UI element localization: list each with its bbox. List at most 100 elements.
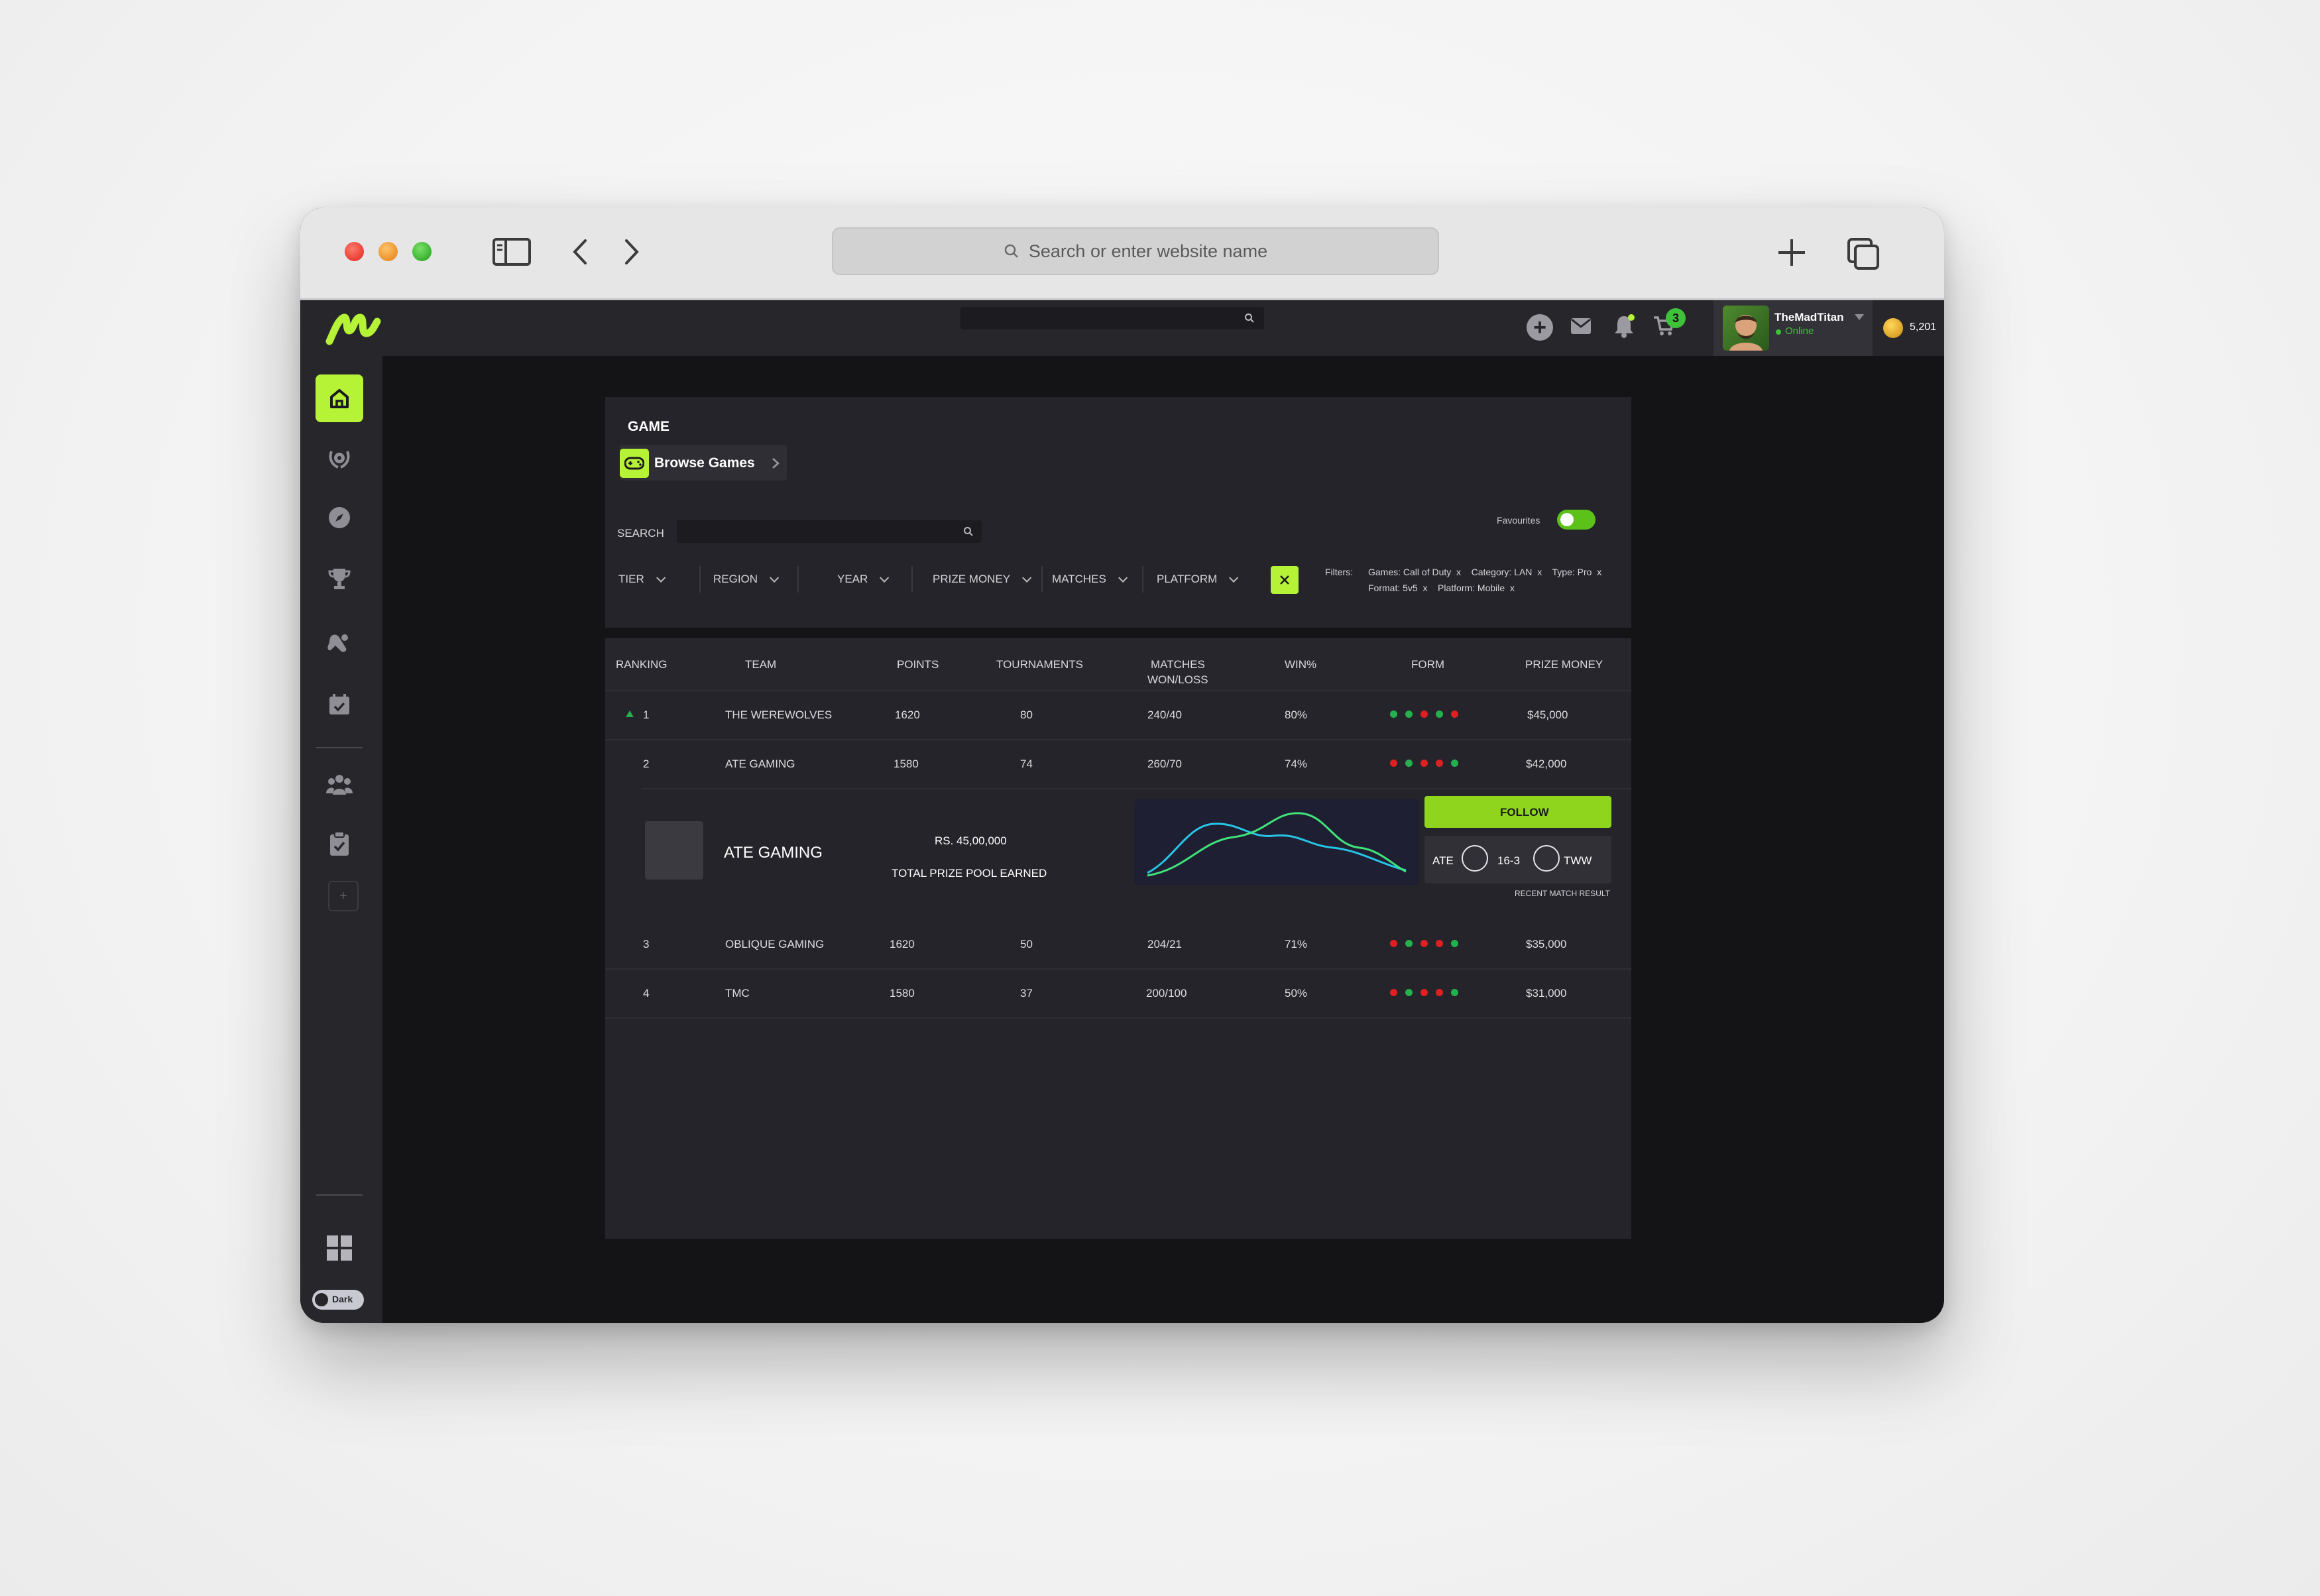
team-logo-placeholder [645, 821, 703, 880]
team2-logo [1533, 845, 1560, 872]
search-icon [1004, 244, 1018, 258]
rank-cell: 3 [643, 938, 650, 950]
clear-filters-button[interactable] [1271, 566, 1299, 594]
form-loss-dot [1390, 989, 1397, 996]
win-cell: 74% [1285, 758, 1308, 770]
sidebar-item-explore[interactable] [316, 494, 363, 542]
app-topbar: + 3 TheMadTitan Online 5,201 [300, 300, 1944, 356]
back-arrow-icon[interactable] [571, 238, 591, 269]
filter-region[interactable]: REGION [713, 573, 780, 586]
sidebar-item-tournaments[interactable] [316, 434, 363, 482]
address-bar[interactable]: Search or enter website name [832, 227, 1439, 275]
avatar [1723, 306, 1769, 351]
sidebar-item-teams[interactable] [316, 760, 363, 808]
sidebar-toggle-icon[interactable] [493, 238, 531, 269]
theme-toggle[interactable]: Dark [312, 1290, 364, 1310]
filter-year[interactable]: YEAR [837, 573, 890, 586]
favourites-toggle[interactable] [1557, 510, 1595, 530]
form-win-dot [1390, 711, 1397, 718]
breadcrumb[interactable]: Browse Games [620, 445, 787, 481]
breadcrumb-label: Browse Games [654, 455, 755, 471]
header-ranking[interactable]: RANKING [616, 658, 667, 671]
dropdown-caret-icon[interactable] [1854, 314, 1865, 321]
header-form[interactable]: FORM [1411, 658, 1444, 671]
filter-tier[interactable]: TIER [618, 573, 666, 586]
result-team2: TWW [1564, 854, 1592, 867]
result-team1: ATE [1432, 854, 1454, 867]
header-prize[interactable]: PRIZE MONEY [1525, 658, 1603, 671]
brand-logo[interactable] [325, 310, 381, 350]
search-icon [964, 527, 973, 536]
sidebar-item-calendar[interactable] [316, 681, 363, 728]
table-row[interactable]: 2 ATE GAMING 1580 74 260/70 74% $42,000 [605, 740, 1631, 788]
sidebar-item-trophies[interactable] [316, 555, 363, 602]
team1-logo [1462, 845, 1488, 872]
close-window-button[interactable] [345, 242, 364, 261]
detail-prize-label: TOTAL PRIZE POOL EARNED [892, 867, 1047, 880]
filter-prize-money[interactable]: PRIZE MONEY [933, 573, 1032, 586]
maximize-window-button[interactable] [412, 242, 432, 261]
filter-platform[interactable]: PLATFORM [1157, 573, 1239, 586]
header-team[interactable]: TEAM [745, 658, 776, 671]
table-row[interactable]: 4 TMC 1580 37 200/100 50% $31,000 [605, 970, 1631, 1017]
compass-icon [329, 507, 350, 528]
tournaments-cell: 80 [1020, 709, 1033, 721]
header-win[interactable]: WIN% [1285, 658, 1316, 671]
forward-arrow-icon[interactable] [621, 238, 641, 269]
result-score: 16-3 [1497, 854, 1521, 867]
minimize-window-button[interactable] [378, 242, 398, 261]
add-icon[interactable]: + [1527, 314, 1553, 341]
app-search-input[interactable] [960, 307, 1264, 329]
form-win-dot [1451, 760, 1458, 767]
team-cell: TMC [725, 987, 750, 999]
home-icon [330, 389, 349, 408]
rank-cell: 1 [643, 709, 650, 721]
filter-divider [1142, 566, 1143, 593]
form-dots [1390, 758, 1466, 770]
form-win-dot [1405, 711, 1413, 718]
sidebar-item-games[interactable] [316, 618, 363, 666]
online-status-label: Online [1785, 325, 1814, 337]
points-cell: 1580 [890, 987, 915, 999]
sidebar-divider-bottom [316, 1194, 363, 1196]
form-win-dot [1451, 989, 1458, 996]
header-matches-sub: WON/LOSS [1147, 673, 1208, 686]
grid-apps-icon[interactable] [325, 1234, 353, 1265]
left-sidebar: + Dark [300, 356, 382, 1323]
rank-cell: 4 [643, 987, 650, 999]
user-profile-menu[interactable]: TheMadTitan Online [1713, 300, 1873, 356]
team-cell: OBLIQUE GAMING [725, 938, 825, 950]
sidebar-add-button[interactable]: + [328, 881, 359, 911]
form-loss-dot [1436, 760, 1443, 767]
filter-divider [797, 566, 799, 593]
notification-bell-icon[interactable] [1613, 314, 1635, 342]
coin-icon [1883, 318, 1903, 338]
filter-divider [911, 566, 913, 593]
cart-count-badge: 3 [1666, 308, 1686, 328]
recent-match-result[interactable]: ATE 16-3 TWW [1424, 836, 1611, 883]
mail-icon[interactable] [1570, 317, 1592, 339]
header-matches[interactable]: MATCHES [1151, 658, 1205, 671]
filter-matches[interactable]: MATCHES [1052, 573, 1128, 586]
follow-button[interactable]: FOLLOW [1424, 796, 1611, 828]
sidebar-item-home[interactable] [316, 374, 363, 422]
tab-overview-icon[interactable] [1846, 237, 1881, 274]
header-tournaments[interactable]: TOURNAMENTS [996, 658, 1083, 671]
performance-chart [1134, 799, 1419, 885]
form-loss-dot [1421, 711, 1428, 718]
points-cell: 1580 [894, 758, 919, 770]
coin-balance: 5,201 [1910, 321, 1937, 333]
sidebar-item-tasks[interactable] [316, 820, 363, 868]
team-search-input[interactable] [677, 520, 982, 543]
applied-filters-line1: Games: Call of Duty x Category: LAN x Ty… [1368, 567, 1602, 577]
close-icon [1280, 575, 1289, 585]
new-tab-icon[interactable] [1776, 237, 1808, 272]
toggle-knob [1560, 513, 1574, 526]
table-row[interactable]: 3 OBLIQUE GAMING 1620 50 204/21 71% $35,… [605, 921, 1631, 968]
browser-toolbar: Search or enter website name [300, 207, 1944, 300]
online-status-dot [1776, 329, 1781, 335]
table-row[interactable]: 1 THE WEREWOLVES 1620 80 240/40 80% $45,… [605, 691, 1631, 739]
detail-team-name: ATE GAMING [724, 844, 823, 862]
matches-cell: 204/21 [1147, 938, 1182, 950]
header-points[interactable]: POINTS [897, 658, 939, 671]
